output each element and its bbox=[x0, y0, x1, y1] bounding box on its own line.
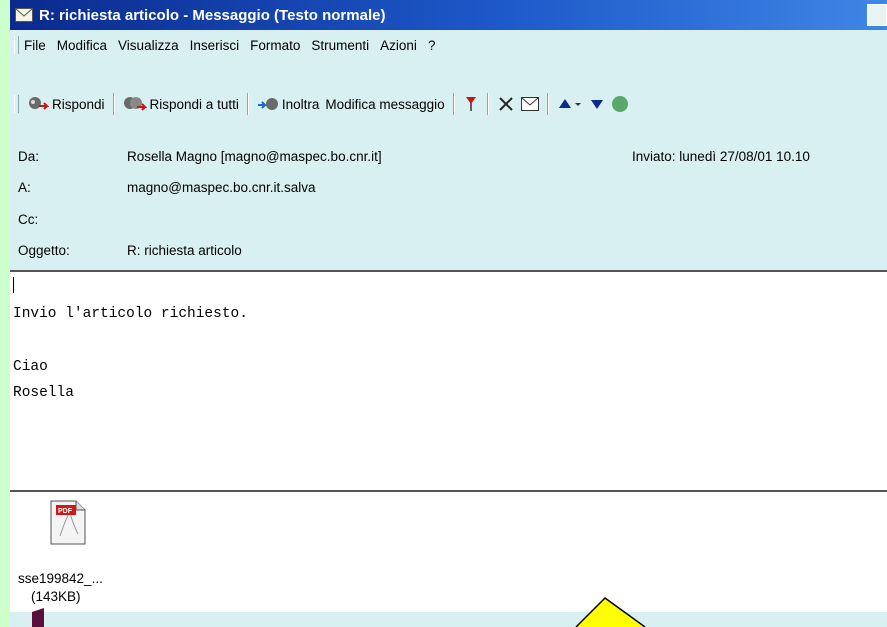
next-item-button[interactable] bbox=[586, 91, 608, 117]
subject-value: R: richiesta articolo bbox=[127, 243, 242, 258]
pdf-icon: PDF bbox=[50, 500, 86, 545]
reply-all-button[interactable]: Rispondi a tutti bbox=[120, 91, 242, 117]
toolbar-grip[interactable] bbox=[14, 95, 19, 113]
message-body[interactable]: Invio l'articolo richiesto. Ciao Rosella bbox=[10, 270, 887, 492]
reply-label: Rispondi bbox=[52, 96, 105, 112]
mark-unread-button[interactable] bbox=[518, 91, 542, 117]
body-line: Invio l'articolo richiesto. bbox=[13, 306, 248, 322]
sent-value: lunedì 27/08/01 10.10 bbox=[679, 149, 810, 164]
toolbar-separator bbox=[486, 93, 489, 115]
menu-azioni[interactable]: Azioni bbox=[380, 38, 417, 53]
forward-icon bbox=[257, 98, 278, 110]
globe-button[interactable] bbox=[608, 91, 632, 117]
flag-button[interactable] bbox=[460, 91, 482, 117]
window-title: R: richiesta articolo - Messaggio (Testo… bbox=[39, 6, 386, 24]
flag-icon bbox=[465, 97, 476, 111]
arrow-up-icon bbox=[558, 99, 571, 108]
from-value[interactable]: Rosella Magno [magno@maspec.bo.cnr.it] bbox=[127, 149, 382, 164]
toolbar: Rispondi Rispondi a tutti Inoltra Modifi… bbox=[10, 89, 887, 119]
toolbar-separator bbox=[546, 93, 549, 115]
menu-strumenti[interactable]: Strumenti bbox=[311, 38, 369, 53]
subject-label: Oggetto: bbox=[18, 243, 70, 258]
toolbar-separator bbox=[112, 93, 115, 115]
title-bar[interactable]: R: richiesta articolo - Messaggio (Testo… bbox=[10, 0, 887, 30]
globe-icon bbox=[611, 96, 628, 112]
previous-item-button[interactable] bbox=[554, 91, 586, 117]
toolbar-separator bbox=[246, 93, 249, 115]
yellow-diamond-decoration bbox=[575, 597, 646, 627]
menu-file[interactable]: File bbox=[24, 38, 46, 53]
sent-row: Inviato: lunedì 27/08/01 10.10 bbox=[632, 149, 810, 164]
reply-all-label: Rispondi a tutti bbox=[149, 96, 239, 112]
forward-label: Inoltra bbox=[281, 96, 320, 112]
from-label: Da: bbox=[18, 149, 40, 164]
menu-formato[interactable]: Formato bbox=[250, 38, 300, 53]
text-cursor bbox=[13, 277, 14, 293]
menu-grip[interactable] bbox=[14, 36, 19, 54]
reply-button[interactable]: Rispondi bbox=[24, 91, 108, 117]
attachment-pane: PDF sse199842_... (143KB) bbox=[10, 492, 887, 612]
reply-icon bbox=[29, 97, 49, 110]
body-line: Rosella bbox=[13, 385, 74, 401]
pdf-badge-text: PDF bbox=[58, 508, 73, 515]
delete-button[interactable] bbox=[494, 91, 518, 117]
envelope-icon bbox=[15, 8, 33, 22]
forward-button[interactable]: Inoltra bbox=[254, 91, 323, 117]
to-label: A: bbox=[18, 180, 31, 195]
close-icon bbox=[498, 97, 513, 111]
attachment-size: (143KB) bbox=[31, 589, 81, 604]
arrow-down-icon bbox=[590, 100, 603, 109]
toolbar-separator bbox=[452, 93, 455, 115]
cc-label: Cc: bbox=[18, 212, 39, 227]
body-line: Ciao bbox=[13, 359, 48, 375]
to-value[interactable]: magno@maspec.bo.cnr.it.salva bbox=[127, 180, 316, 195]
chevron-down-icon bbox=[574, 103, 581, 106]
menu-help[interactable]: ? bbox=[428, 38, 436, 53]
bookmark-decoration bbox=[32, 608, 44, 627]
reply-all-icon bbox=[123, 97, 147, 111]
edit-message-label: Modifica messaggio bbox=[325, 96, 445, 112]
message-window: R: richiesta articolo - Messaggio (Testo… bbox=[10, 0, 887, 627]
attachment-item[interactable]: PDF sse199842_... (143KB) bbox=[10, 492, 130, 612]
envelope-icon bbox=[520, 97, 539, 111]
window-control-button[interactable] bbox=[867, 4, 887, 26]
menu-inserisci[interactable]: Inserisci bbox=[190, 38, 240, 53]
menu-modifica[interactable]: Modifica bbox=[57, 38, 107, 53]
attachment-name: sse199842_... bbox=[18, 571, 103, 586]
sent-label: Inviato: bbox=[632, 149, 676, 164]
menu-bar: File Modifica Visualizza Inserisci Forma… bbox=[10, 34, 887, 56]
edit-message-button[interactable]: Modifica messaggio bbox=[322, 91, 447, 117]
menu-visualizza[interactable]: Visualizza bbox=[118, 38, 179, 53]
